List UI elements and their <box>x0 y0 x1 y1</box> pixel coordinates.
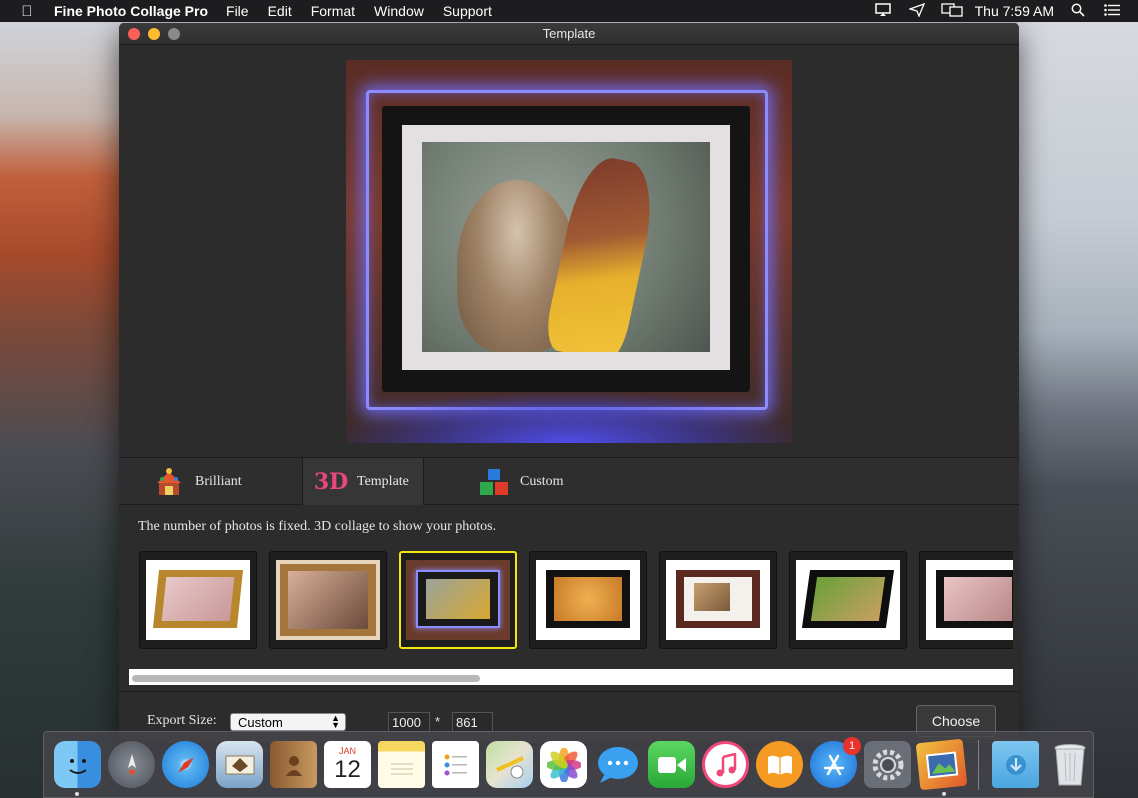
thumbnail-kitten-gold-frame[interactable] <box>139 551 257 649</box>
title-bar[interactable]: Template <box>119 23 1019 45</box>
select-chevron-icon: ▲ ▼ <box>331 713 340 730</box>
thumbnail-puppy-black-frame[interactable] <box>529 551 647 649</box>
menu-format[interactable]: Format <box>311 3 355 19</box>
tab-custom[interactable]: Custom <box>424 458 564 505</box>
template-description: The number of photos is fixed. 3D collag… <box>138 519 497 534</box>
tab-template[interactable]: 3D Template <box>302 458 424 505</box>
thumbnail-girl-wood-frame[interactable] <box>269 551 387 649</box>
clock[interactable]: Thu 7:59 AM <box>975 3 1054 19</box>
app-store-icon[interactable]: 1 <box>810 737 861 788</box>
export-size-select[interactable]: Custom ▲ ▼ <box>230 713 346 731</box>
desktop-wallpaper-right <box>1018 22 1138 798</box>
apple-menu-icon[interactable]:  <box>0 3 54 20</box>
thumbnail-scrollbar[interactable] <box>129 669 1013 685</box>
ibooks-icon[interactable] <box>756 741 803 788</box>
notes-icon[interactable] <box>378 741 425 788</box>
menu-bar:  Fine Photo Collage Pro File Edit Forma… <box>0 0 1138 22</box>
divider <box>119 691 1019 692</box>
thumbnail-kitten-digital-frame[interactable] <box>919 551 1013 649</box>
running-indicator <box>75 792 79 796</box>
calendar-icon[interactable]: JAN 12 <box>324 741 371 788</box>
finder-icon[interactable] <box>54 741 101 796</box>
itunes-icon[interactable] <box>702 741 749 788</box>
tab-brilliant-label: Brilliant <box>195 473 242 489</box>
brilliant-icon <box>153 467 185 496</box>
glow-light <box>346 393 792 443</box>
thumbnail-chipmunk-glow-frame[interactable] <box>399 551 517 649</box>
times-symbol: * <box>435 714 441 729</box>
dock-separator <box>978 739 979 790</box>
preview-photo <box>422 142 710 352</box>
template-window: Template Brilliant 3D Template Custom Th… <box>119 23 1019 743</box>
mail-icon[interactable] <box>216 741 263 788</box>
launchpad-icon[interactable] <box>108 741 155 788</box>
desktop-wallpaper-left <box>0 22 120 798</box>
template-thumbnails <box>139 551 1013 651</box>
calendar-day: 12 <box>334 756 361 783</box>
tab-template-label: Template <box>357 473 409 489</box>
tab-brilliant[interactable]: Brilliant <box>119 458 302 505</box>
system-preferences-icon[interactable] <box>864 741 911 788</box>
menu-support[interactable]: Support <box>443 3 492 19</box>
category-tabs: Brilliant 3D Template Custom <box>119 457 1019 505</box>
downloads-folder-icon[interactable] <box>992 741 1039 788</box>
dock: JAN 12 1 <box>43 731 1094 798</box>
template-preview <box>346 60 792 443</box>
running-indicator <box>941 791 947 797</box>
fine-photo-collage-icon[interactable] <box>915 738 968 797</box>
safari-icon[interactable] <box>162 741 209 788</box>
blocks-icon <box>478 468 510 496</box>
spotlight-search-icon[interactable] <box>1068 3 1088 20</box>
thumbnail-rabbits-black-frame[interactable] <box>789 551 907 649</box>
3d-icon: 3D <box>313 468 349 496</box>
menu-window[interactable]: Window <box>374 3 424 19</box>
reminders-icon[interactable] <box>432 741 479 788</box>
tab-custom-label: Custom <box>520 473 564 489</box>
height-field[interactable]: 861 <box>452 712 493 732</box>
facetime-icon[interactable] <box>648 741 695 788</box>
app-menu[interactable]: Fine Photo Collage Pro <box>54 3 208 19</box>
messages-icon[interactable] <box>594 741 641 788</box>
notification-center-icon[interactable] <box>1102 3 1122 19</box>
scrollbar-thumb[interactable] <box>132 675 480 682</box>
status-area: Thu 7:59 AM <box>873 2 1138 20</box>
thumbnail-kittens-brown-frame[interactable] <box>659 551 777 649</box>
3d-icon-text: 3D <box>313 468 349 495</box>
app-store-badge: 1 <box>843 737 861 755</box>
menu-file[interactable]: File <box>226 3 249 19</box>
airplay-icon[interactable] <box>940 2 963 20</box>
width-field[interactable]: 1000 <box>388 712 430 732</box>
window-title: Template <box>542 26 596 41</box>
display-icon[interactable] <box>873 2 893 20</box>
contacts-icon[interactable] <box>270 741 317 788</box>
photos-icon[interactable] <box>540 741 587 788</box>
trash-icon[interactable] <box>1046 741 1093 788</box>
export-size-value: Custom <box>238 714 283 730</box>
export-size-label: Export Size: <box>147 713 217 728</box>
location-icon[interactable] <box>907 2 927 20</box>
menu-edit[interactable]: Edit <box>268 3 292 19</box>
maps-icon[interactable] <box>486 741 533 788</box>
